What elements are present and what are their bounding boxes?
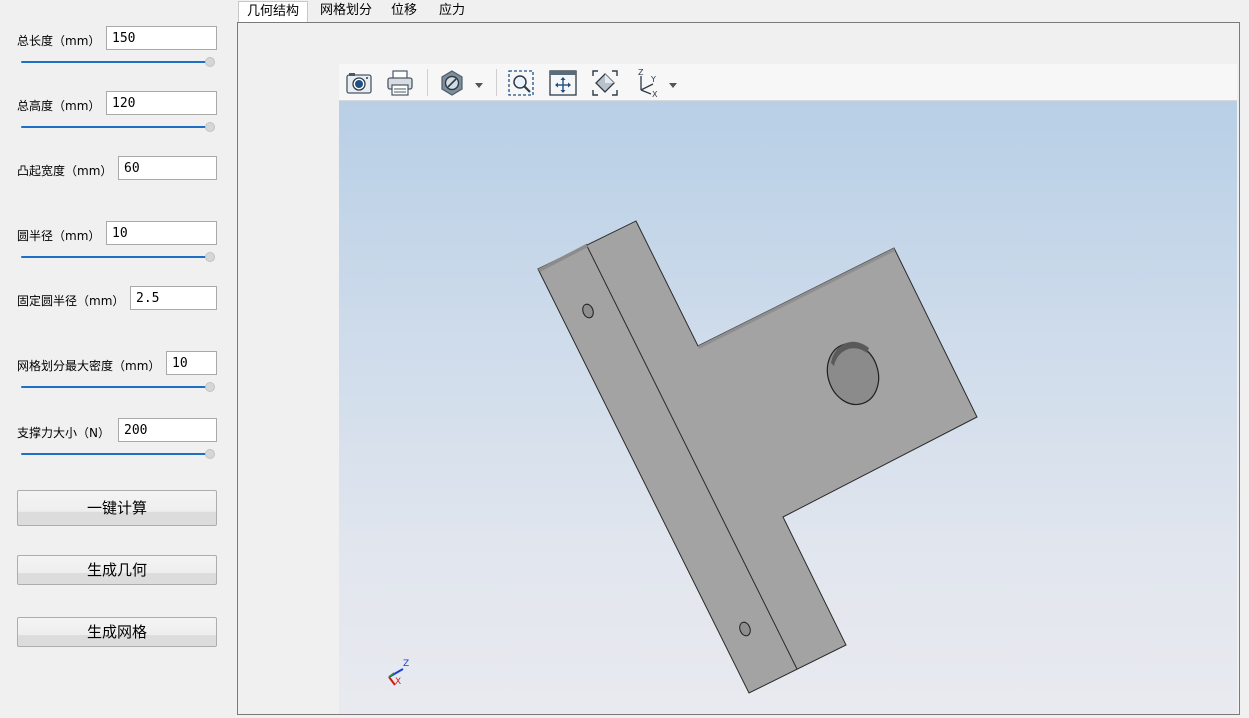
tab-geometry[interactable]: 几何结构: [238, 1, 308, 22]
axis-z-label: Z: [403, 659, 410, 669]
boss-width-label: 凸起宽度（mm）: [17, 164, 113, 178]
slider-handle[interactable]: [205, 57, 215, 67]
slider-handle[interactable]: [205, 382, 215, 392]
total-height-slider[interactable]: [21, 121, 217, 133]
tab-displacement[interactable]: 位移: [386, 1, 422, 22]
tab-stress[interactable]: 应力: [434, 1, 470, 22]
total-height-input[interactable]: [106, 91, 217, 115]
mesh-max-density-input[interactable]: [166, 351, 217, 375]
svg-text:Y: Y: [650, 75, 656, 84]
3d-viewport[interactable]: Z X: [339, 101, 1237, 714]
viewer-toolbar: Z Y X: [339, 64, 1237, 101]
mesh-max-density-slider[interactable]: [21, 381, 217, 393]
slider-groove: [21, 256, 209, 258]
parameter-panel: 总长度（mm） 总高度（mm） 凸起宽度（mm） 圆半径（mm） 固定圆半径（m…: [0, 0, 232, 718]
total-length-slider[interactable]: [21, 56, 217, 68]
slider-groove: [21, 126, 209, 128]
slider-handle[interactable]: [205, 122, 215, 132]
viewer-frame: Z Y X Z X: [237, 22, 1240, 715]
svg-text:X: X: [652, 90, 658, 98]
zoom-window-icon[interactable]: [506, 68, 536, 98]
circle-radius-input[interactable]: [106, 221, 217, 245]
toolbar-separator: [496, 69, 497, 96]
bracket-model: [537, 220, 978, 694]
total-length-label: 总长度（mm）: [17, 34, 101, 48]
axis-triad: Z X: [383, 647, 413, 687]
slider-handle[interactable]: [205, 252, 215, 262]
axis-x-label: X: [395, 677, 402, 687]
fixed-circle-radius-label: 固定圆半径（mm）: [17, 294, 125, 308]
view-orientation-icon[interactable]: Z Y X: [631, 68, 661, 99]
support-force-label: 支撑力大小（N）: [17, 426, 110, 440]
fit-all-icon[interactable]: [548, 68, 578, 98]
circle-radius-slider[interactable]: [21, 251, 217, 263]
toolbar-separator: [427, 69, 428, 96]
total-height-label: 总高度（mm）: [17, 99, 101, 113]
boss-width-input[interactable]: [118, 156, 217, 180]
camera-icon[interactable]: [344, 68, 374, 98]
slider-groove: [21, 453, 209, 455]
mesh-max-density-label: 网格划分最大密度（mm）: [17, 359, 161, 373]
slider-groove: [21, 61, 209, 63]
generate-geometry-button[interactable]: 生成几何: [17, 555, 217, 585]
tab-mesh[interactable]: 网格划分: [312, 1, 380, 22]
fixed-circle-radius-input[interactable]: [130, 286, 217, 310]
support-force-input[interactable]: [118, 418, 217, 442]
display-mode-icon[interactable]: [437, 68, 467, 98]
view-fit-icon[interactable]: [590, 68, 620, 98]
generate-mesh-button[interactable]: 生成网格: [17, 617, 217, 647]
circle-radius-label: 圆半径（mm）: [17, 229, 101, 243]
slider-handle[interactable]: [205, 449, 215, 459]
one-click-compute-button[interactable]: 一键计算: [17, 490, 217, 526]
chevron-down-icon[interactable]: [668, 78, 678, 88]
model-face: [537, 220, 978, 694]
slider-groove: [21, 386, 209, 388]
svg-text:Z: Z: [638, 68, 644, 77]
chevron-down-icon[interactable]: [474, 78, 484, 88]
total-length-input[interactable]: [106, 26, 217, 50]
support-force-slider[interactable]: [21, 448, 217, 460]
printer-icon[interactable]: [385, 68, 415, 98]
